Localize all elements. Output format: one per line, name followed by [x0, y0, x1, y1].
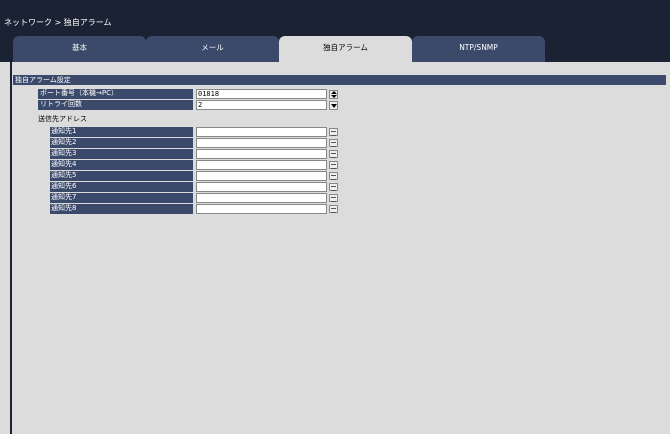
tab-mail[interactable]: メール [146, 36, 279, 62]
destination-field-7[interactable] [196, 193, 327, 203]
destination-browse-button-6[interactable] [329, 183, 338, 191]
destination-field-1[interactable] [196, 127, 327, 137]
retry-select[interactable]: 2 [196, 100, 327, 110]
port-field[interactable]: 01818 [196, 89, 327, 99]
menu-icon [331, 164, 336, 169]
destination-label-1: 通知先1 [50, 127, 193, 137]
tab-bar: 基本 メール 独自アラーム NTP/SNMP [0, 36, 670, 62]
destination-browse-button-3[interactable] [329, 150, 338, 158]
title-bar: ネットワーク > 独自アラーム [0, 0, 670, 36]
menu-icon [331, 131, 336, 136]
tab-basic[interactable]: 基本 [13, 36, 146, 62]
destination-field-4[interactable] [196, 160, 327, 170]
destination-browse-button-5[interactable] [329, 172, 338, 180]
destination-browse-button-1[interactable] [329, 128, 338, 136]
destination-field-6[interactable] [196, 182, 327, 192]
menu-icon [331, 186, 336, 191]
destination-label-7: 通知先7 [50, 193, 193, 203]
tab-custom-alarm[interactable]: 独自アラーム [279, 36, 412, 62]
left-border [0, 62, 10, 434]
destination-label-2: 通知先2 [50, 138, 193, 148]
destination-field-8[interactable] [196, 204, 327, 214]
menu-icon [331, 175, 336, 180]
destination-browse-button-4[interactable] [329, 161, 338, 169]
menu-icon [331, 153, 336, 158]
destination-field-5[interactable] [196, 171, 327, 181]
spinner-up-icon[interactable] [331, 91, 337, 94]
chevron-down-icon [331, 104, 337, 108]
retry-dropdown[interactable] [329, 101, 338, 110]
destination-label-6: 通知先6 [50, 182, 193, 192]
destination-label-3: 通知先3 [50, 149, 193, 159]
port-label: ポート番号（本機→PC） [38, 89, 193, 99]
destination-field-3[interactable] [196, 149, 327, 159]
menu-icon [331, 208, 336, 213]
menu-icon [331, 197, 336, 202]
breadcrumb: ネットワーク > 独自アラーム [4, 18, 112, 27]
destination-label-8: 通知先8 [50, 204, 193, 214]
menu-icon [331, 142, 336, 147]
spinner-down-icon[interactable] [331, 95, 337, 98]
destinations-label: 送信先アドレス [38, 115, 87, 123]
destination-label-4: 通知先4 [50, 160, 193, 170]
destination-browse-button-7[interactable] [329, 194, 338, 202]
port-spinner[interactable] [329, 90, 338, 99]
left-divider [10, 62, 12, 434]
destination-label-5: 通知先5 [50, 171, 193, 181]
tab-ntp-snmp[interactable]: NTP/SNMP [412, 36, 545, 62]
destination-browse-button-8[interactable] [329, 205, 338, 213]
retry-label: リトライ回数 [38, 100, 193, 110]
destination-browse-button-2[interactable] [329, 139, 338, 147]
section-header-custom-alarm: 独自アラーム設定 [13, 75, 666, 85]
destination-field-2[interactable] [196, 138, 327, 148]
